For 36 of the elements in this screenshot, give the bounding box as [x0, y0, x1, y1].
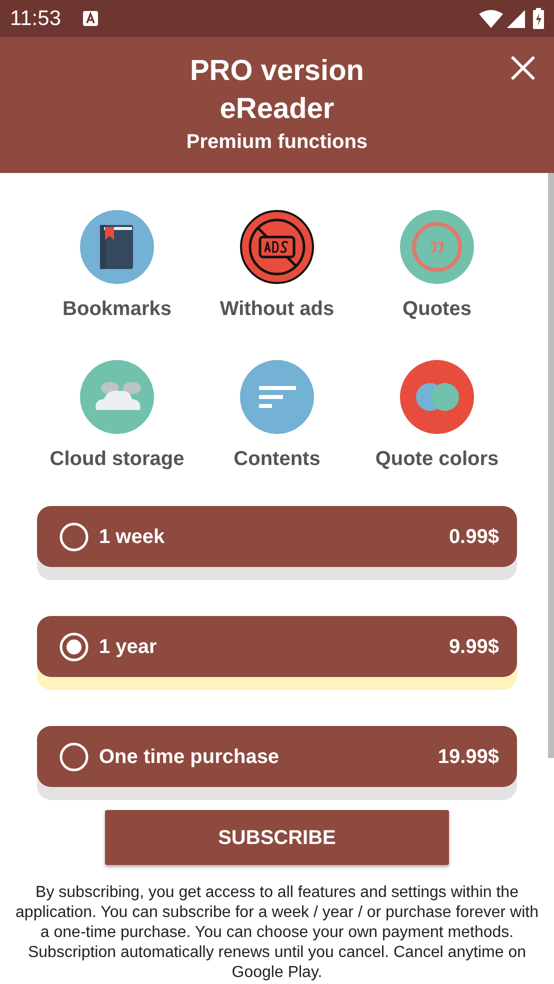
radio-button[interactable]: [59, 742, 89, 772]
no-ads-icon: [240, 210, 314, 284]
notification-icon: [83, 11, 98, 26]
signal-icon: [507, 10, 525, 28]
battery-icon: [533, 8, 544, 29]
plan-option[interactable]: One time purchase 19.99$: [37, 726, 517, 787]
clock-time: 11:53: [10, 6, 61, 32]
feature-label: Bookmarks: [62, 297, 172, 322]
feature-label: Quote colors: [375, 447, 499, 472]
plan-price: 19.99$: [438, 744, 499, 770]
cloud-icon: [80, 360, 154, 434]
feature-label: Quotes: [402, 297, 472, 322]
subscribe-button[interactable]: SUBSCRIBE: [105, 810, 449, 865]
plan-price: 0.99$: [448, 524, 499, 550]
radio-button[interactable]: [59, 522, 89, 552]
feature-label: Contents: [234, 447, 320, 472]
page-title: PRO version: [190, 54, 364, 89]
list-icon: [240, 360, 314, 434]
subtitle: Premium functions: [186, 130, 368, 155]
plan-option[interactable]: 1 year 9.99$: [37, 616, 517, 677]
disclaimer-text: By subscribing, you get access to all features and settings within the application. You can subscribe for a week / year / or purchase forever with a one-time purchase. You can choose your own payment methods. Subscription automatically renews until you cancel. Cancel anytime on Google Play.: [14, 883, 540, 983]
feature-label: Without ads: [220, 297, 334, 322]
plan-name: 1 year: [99, 634, 158, 660]
plan-name: One time purchase: [99, 744, 280, 770]
book-icon: [80, 210, 154, 284]
color-circles-icon: [400, 360, 474, 434]
feature-label: Cloud storage: [50, 447, 184, 472]
plan-name: 1 week: [99, 524, 166, 550]
radio-button[interactable]: [59, 632, 89, 662]
wifi-icon: [479, 10, 503, 28]
close-icon: [508, 53, 538, 83]
quote-icon: [400, 210, 474, 284]
plan-price: 9.99$: [448, 634, 499, 660]
close-button[interactable]: [508, 53, 538, 83]
app-name: eReader: [220, 92, 334, 127]
plan-option[interactable]: 1 week 0.99$: [37, 506, 517, 567]
